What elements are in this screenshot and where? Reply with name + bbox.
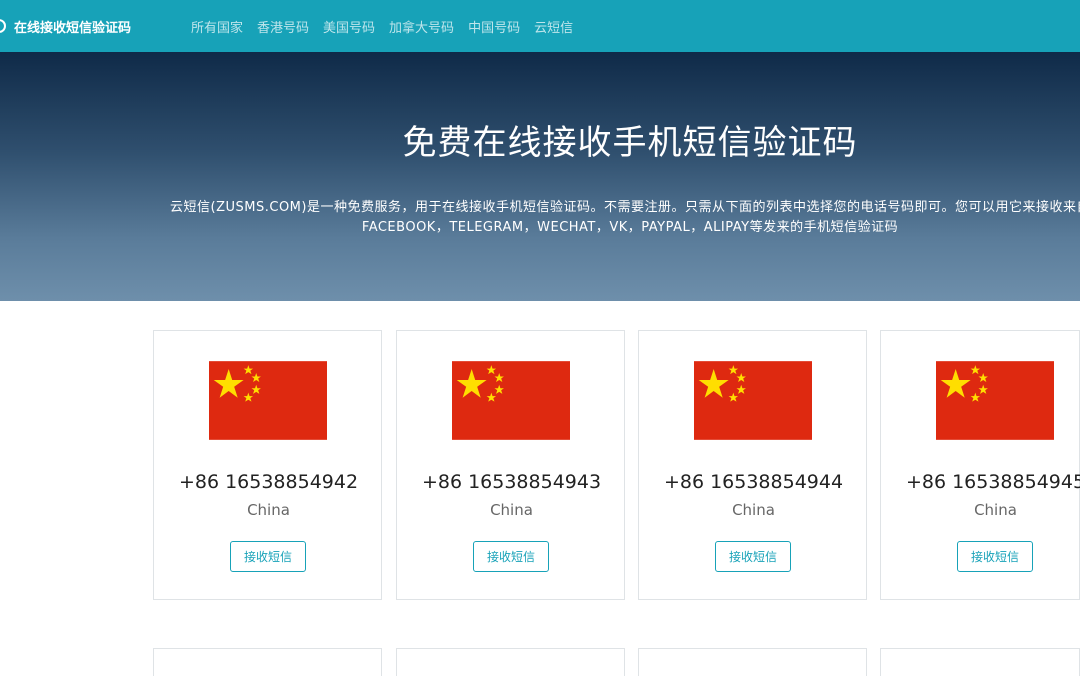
brand-title: 在线接收短信验证码 xyxy=(14,20,132,36)
nav-links: 所有国家 香港号码 美国号码 加拿大号码 中国号码 云短信 xyxy=(191,0,587,52)
receive-sms-button[interactable]: 接收短信 xyxy=(473,541,549,572)
nav-item-all-countries[interactable]: 所有国家 xyxy=(191,17,243,36)
number-card: +86 16538854943 China 接收短信 xyxy=(396,330,625,600)
china-flag-icon xyxy=(452,361,570,440)
phone-number: +86 16538854943 xyxy=(421,471,602,493)
nav-item-hongkong[interactable]: 香港号码 xyxy=(257,17,309,36)
number-card: +86 16538854942 China 接收短信 xyxy=(153,330,382,600)
country-name: China xyxy=(732,501,775,519)
phone-number: +86 16538854944 xyxy=(663,471,844,493)
nav-item-china[interactable]: 中国号码 xyxy=(468,17,520,36)
nav-item-usa[interactable]: 美国号码 xyxy=(323,17,375,36)
nav-item-canada[interactable]: 加拿大号码 xyxy=(389,17,454,36)
hero-description: 云短信(ZUSMS.COM)是一种免费服务，用于在线接收手机短信验证码。不需要注… xyxy=(170,200,1080,235)
country-name: China xyxy=(490,501,533,519)
china-flag-icon xyxy=(936,361,1054,440)
phone-number: +86 16538854945 xyxy=(905,471,1080,493)
phone-number: +86 16538854942 xyxy=(178,471,359,493)
navbar: 在线接收短信验证码 所有国家 香港号码 美国号码 加拿大号码 中国号码 云短信 xyxy=(0,0,1080,52)
number-card xyxy=(638,648,867,676)
receive-sms-button[interactable]: 接收短信 xyxy=(230,541,306,572)
brand-logo-icon xyxy=(0,19,6,33)
hero-title: 免费在线接收手机短信验证码 xyxy=(402,123,858,163)
number-card: +86 16538854944 China 接收短信 xyxy=(638,330,867,600)
china-flag-icon xyxy=(694,361,812,440)
number-card xyxy=(396,648,625,676)
number-card xyxy=(153,648,382,676)
receive-sms-button[interactable]: 接收短信 xyxy=(957,541,1033,572)
country-name: China xyxy=(247,501,290,519)
number-card: +86 16538854945 China 接收短信 xyxy=(880,330,1080,600)
china-flag-icon xyxy=(209,361,327,440)
receive-sms-button[interactable]: 接收短信 xyxy=(715,541,791,572)
number-card xyxy=(880,648,1080,676)
hero-banner: 免费在线接收手机短信验证码 云短信(ZUSMS.COM)是一种免费服务，用于在线… xyxy=(0,52,1080,301)
nav-item-cloud-sms[interactable]: 云短信 xyxy=(534,17,573,36)
brand[interactable]: 在线接收短信验证码 xyxy=(0,0,131,52)
country-name: China xyxy=(974,501,1017,519)
